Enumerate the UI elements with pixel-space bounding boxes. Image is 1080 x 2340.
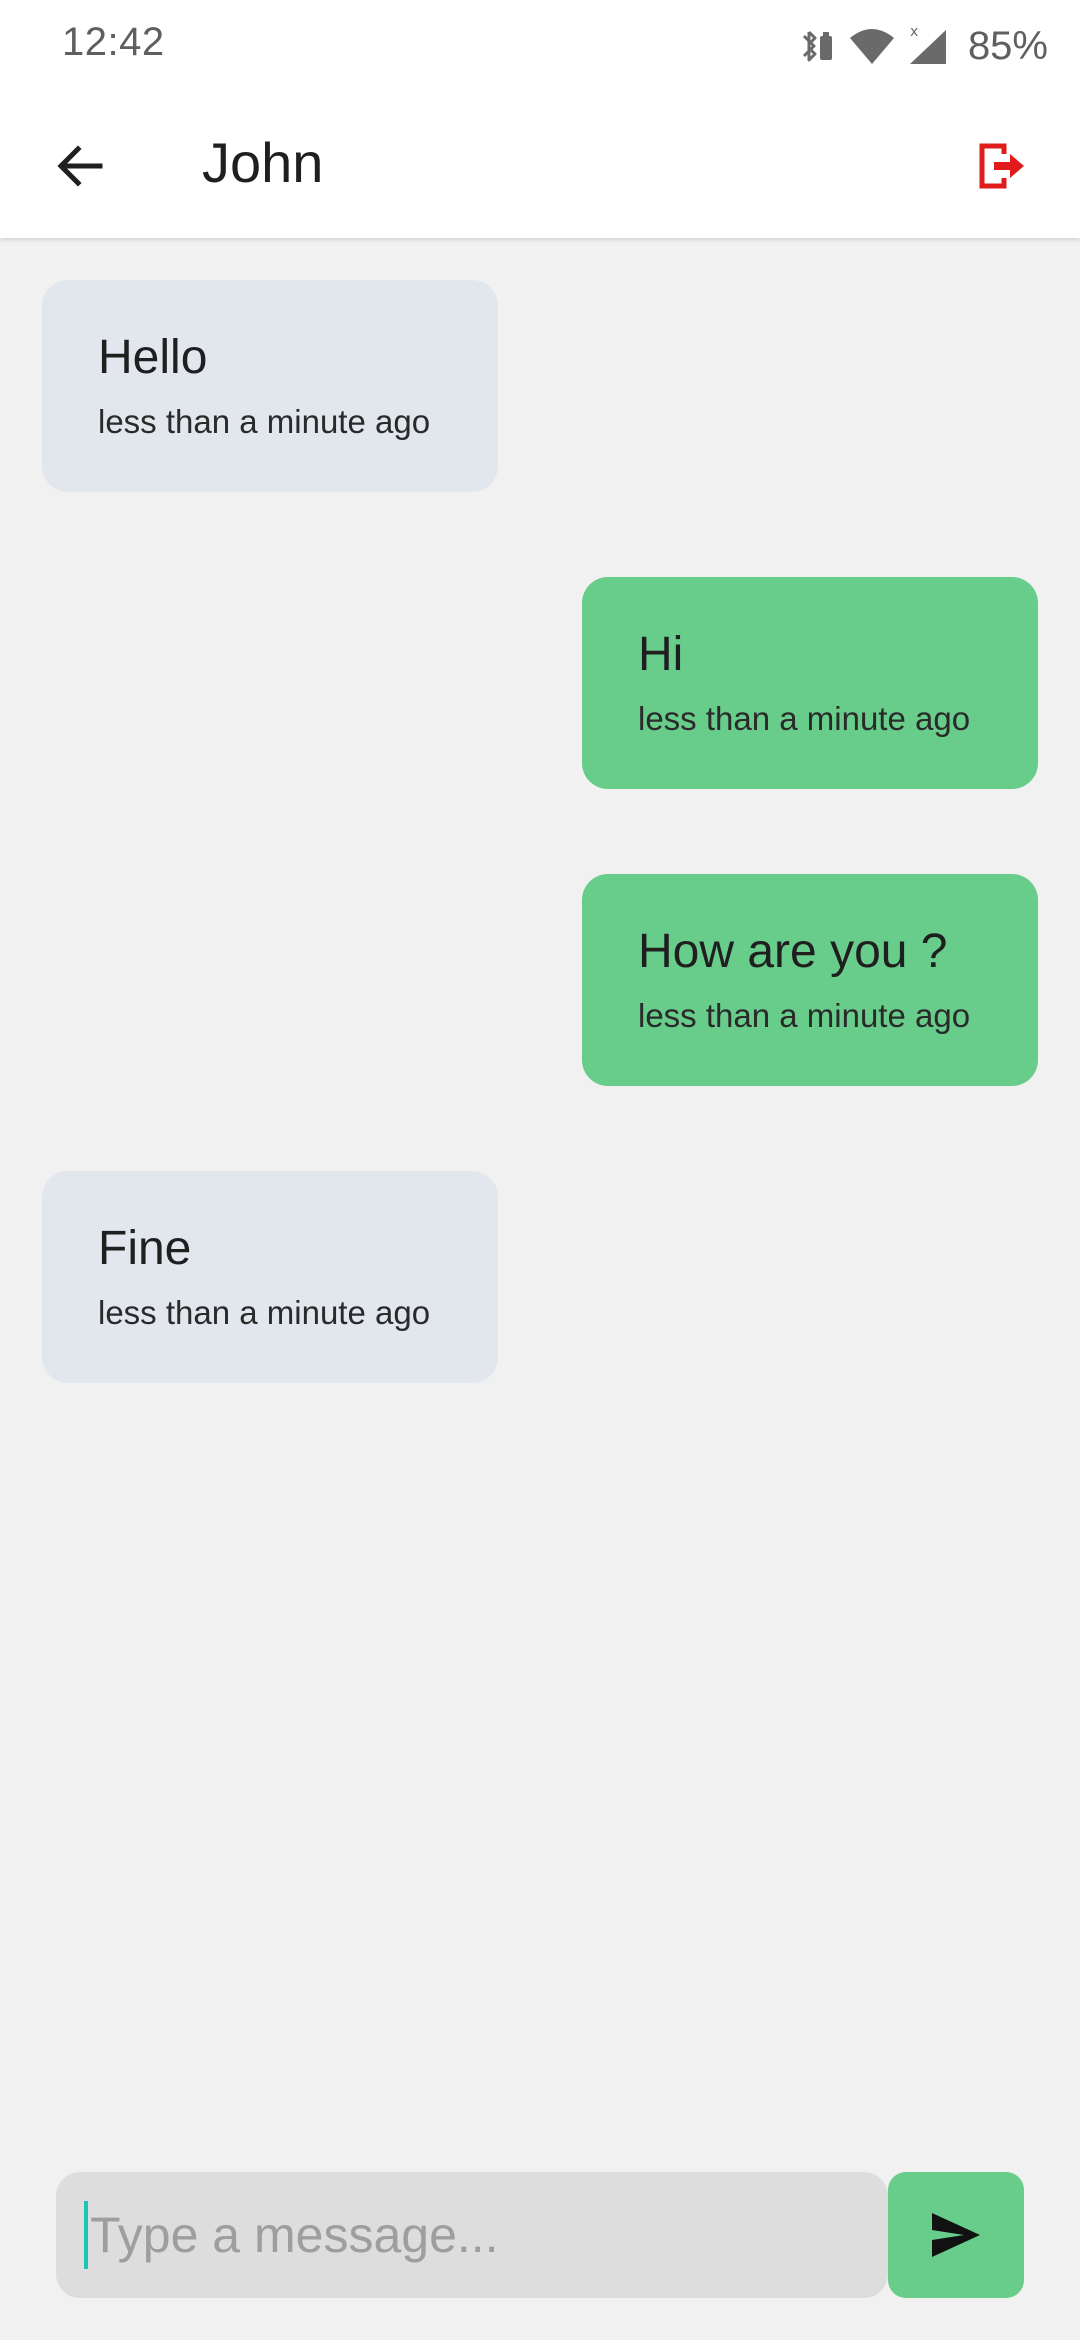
back-button[interactable] [40,126,120,206]
message-sent: How are you ? less than a minute ago [582,874,1038,1086]
message-text: How are you ? [638,925,948,978]
message-text: Hi [638,628,684,681]
status-bar: 12:42 x 85% [0,0,1080,92]
app-bar: John [0,92,1080,238]
arrow-back-icon [57,145,103,187]
text-cursor [84,2201,88,2269]
message-timestamp: less than a minute ago [98,403,431,440]
status-icons: x 85% [798,18,1048,74]
battery-percent: 85% [967,23,1048,68]
message-received: Fine less than a minute ago [42,1171,498,1383]
send-button[interactable] [888,2172,1024,2298]
status-time: 12:42 [62,20,165,64]
signal-icon: x [906,24,950,68]
message-input-container[interactable] [56,2172,888,2298]
message-sent: Hi less than a minute ago [582,577,1038,789]
svg-text:x: x [910,24,918,40]
send-icon [932,2213,980,2257]
message-text: Fine [98,1222,192,1275]
message-received: Hello less than a minute ago [42,280,498,492]
logout-button[interactable] [960,126,1040,206]
bluetooth-battery-icon [798,26,838,66]
logout-icon [979,143,1024,189]
message-input[interactable] [90,2206,850,2264]
message-timestamp: less than a minute ago [98,1294,431,1331]
wifi-icon [848,26,896,66]
message-timestamp: less than a minute ago [638,997,971,1034]
message-timestamp: less than a minute ago [638,700,971,737]
chat-title: John [202,131,324,194]
message-text: Hello [98,331,208,384]
